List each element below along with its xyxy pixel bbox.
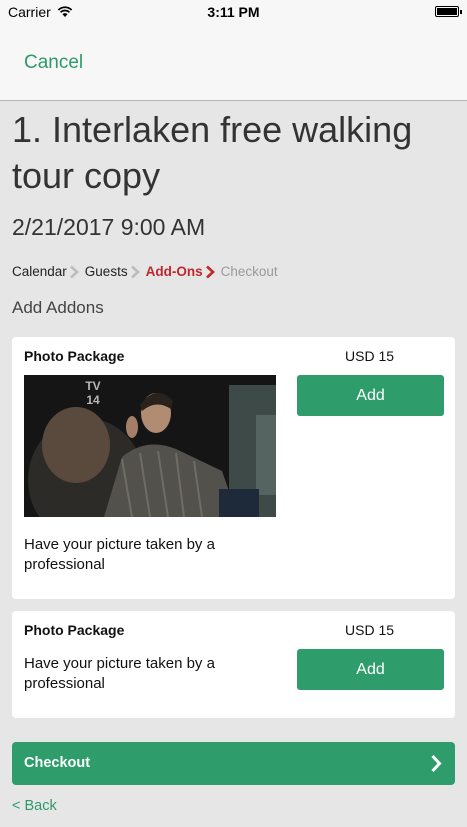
status-bar: Carrier 3:11 PM bbox=[0, 0, 467, 24]
addon-card: Photo Package USD 15 Have your picture t… bbox=[12, 611, 455, 718]
checkout-label: Checkout bbox=[24, 755, 91, 771]
chevron-right-icon bbox=[69, 265, 83, 279]
status-time: 3:11 PM bbox=[207, 4, 260, 20]
battery-icon bbox=[435, 6, 462, 17]
tour-date: 2/21/2017 9:00 AM bbox=[12, 214, 206, 240]
chevron-right-icon bbox=[430, 754, 442, 778]
addon-name: Photo Package bbox=[24, 622, 125, 638]
chevron-right-icon bbox=[130, 265, 144, 279]
checkout-button[interactable]: Checkout bbox=[12, 742, 455, 785]
breadcrumb-step-add-ons: Add-Ons bbox=[145, 264, 203, 279]
addon-price: USD 15 bbox=[345, 348, 395, 364]
nav-bar: Cancel bbox=[0, 24, 467, 101]
back-link[interactable]: < Back bbox=[12, 798, 57, 814]
addons-heading: Add Addons bbox=[12, 298, 104, 317]
breadcrumb-step-calendar[interactable]: Calendar bbox=[12, 264, 67, 279]
breadcrumb-step-checkout: Checkout bbox=[220, 264, 278, 279]
breadcrumb-step-guests[interactable]: Guests bbox=[85, 264, 128, 279]
breadcrumb: Calendar Guests Add-Ons Checkout bbox=[12, 264, 278, 279]
chevron-right-icon bbox=[205, 265, 219, 279]
tour-title: 1. Interlaken free walking tour copy bbox=[12, 109, 413, 196]
cancel-button[interactable]: Cancel bbox=[24, 52, 83, 74]
addon-card: Photo Package USD 15 TV 14 Have your pic… bbox=[12, 337, 455, 599]
addon-description: Have your picture taken by a professiona… bbox=[24, 655, 215, 692]
add-button[interactable]: Add bbox=[297, 649, 444, 690]
addon-photo: TV 14 bbox=[24, 375, 276, 517]
tv-rating-badge: TV 14 bbox=[85, 379, 101, 407]
addon-name: Photo Package bbox=[24, 348, 125, 364]
addon-price: USD 15 bbox=[345, 622, 395, 638]
add-button[interactable]: Add bbox=[297, 375, 444, 416]
addon-description: Have your picture taken by a professiona… bbox=[24, 536, 215, 573]
